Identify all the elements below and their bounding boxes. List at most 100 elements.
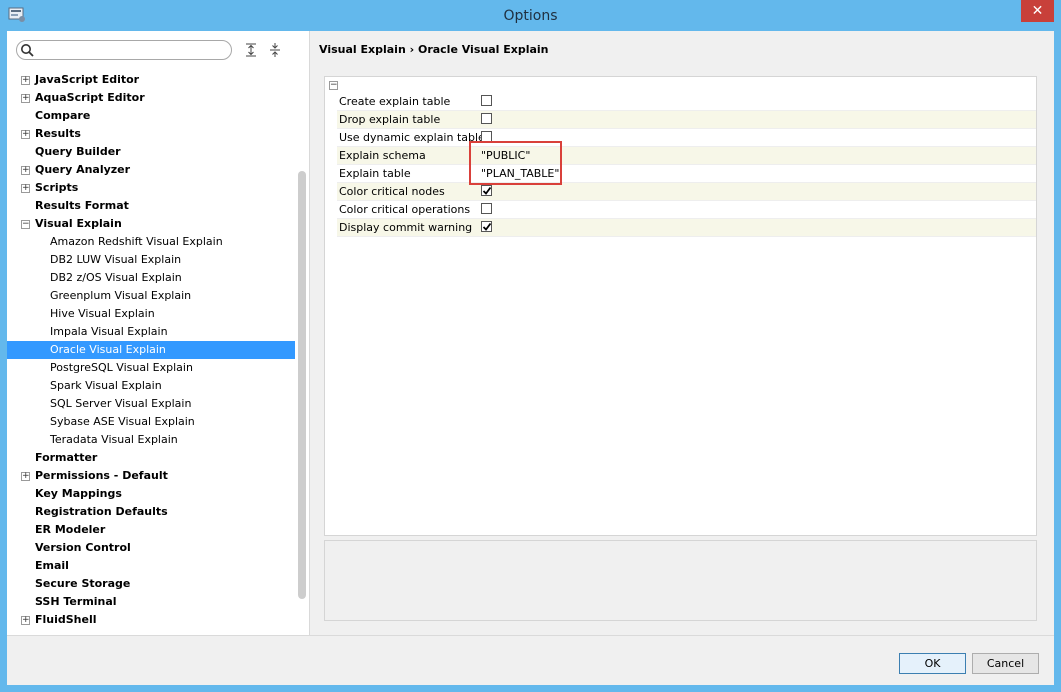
tree-item[interactable]: + Results [7,125,295,143]
tree-item-label: Formatter [35,451,98,464]
tree-item[interactable]: Compare [7,107,295,125]
tree-item[interactable]: Results Format [7,197,295,215]
annotation-highlight-box [469,141,562,185]
expand-icon[interactable]: + [21,76,30,85]
property-row[interactable]: Use dynamic explain table [337,129,1036,147]
tree-item[interactable]: Version Control [7,539,295,557]
expand-icon[interactable]: + [21,130,30,139]
property-row[interactable]: Display commit warning [337,219,1036,237]
collapse-all-icon[interactable] [267,42,283,58]
tree-item-label: Permissions - Default [35,469,168,482]
tree-item-label: SSH Terminal [35,595,117,608]
property-checkbox[interactable] [481,185,492,196]
property-name: Use dynamic explain table [339,131,485,144]
tree-item-label: PostgreSQL Visual Explain [50,361,193,374]
close-button[interactable]: ✕ [1021,0,1054,22]
tree-item-label: DB2 z/OS Visual Explain [50,271,182,284]
tree-item[interactable]: Impala Visual Explain [7,323,295,341]
tree-item[interactable]: + JavaScript Editor [7,71,295,89]
property-row[interactable]: Explain table "PLAN_TABLE" [337,165,1036,183]
tree-item-label: Spark Visual Explain [50,379,162,392]
tree-item[interactable]: SQL Server Visual Explain [7,395,295,413]
options-tree: + JavaScript Editor + AquaScript Editor Comp… [7,67,297,633]
tree-item-label: ER Modeler [35,523,106,536]
property-name: Create explain table [339,95,451,108]
search-box[interactable] [16,40,232,60]
tree-item[interactable]: + FluidShell [7,611,295,629]
property-name: Display commit warning [339,221,473,234]
property-checkbox[interactable] [481,203,492,214]
tree-item[interactable]: + Scripts [7,179,295,197]
tree-item[interactable]: + AquaScript Editor [7,89,295,107]
tree-item-label: AquaScript Editor [35,91,145,104]
tree-item-label: Secure Storage [35,577,131,590]
breadcrumb: Visual Explain › Oracle Visual Explain [319,43,549,56]
property-checkbox[interactable] [481,113,492,124]
window-title: Options [503,7,558,24]
property-grid: − Create explain table Drop explain table… [324,76,1037,536]
tree-item[interactable]: Secure Storage [7,575,295,593]
check-icon [482,186,492,195]
tree-item[interactable]: Formatter [7,449,295,467]
footer-divider [7,635,1054,636]
title-bar[interactable]: Options ✕ [0,0,1061,31]
tree-item[interactable]: Spark Visual Explain [7,377,295,395]
scrollbar-thumb[interactable] [298,171,306,599]
tree-item[interactable]: + Query Analyzer [7,161,295,179]
property-row[interactable]: Color critical operations [337,201,1036,219]
property-name: Color critical operations [339,203,471,216]
property-row[interactable]: Drop explain table [337,111,1036,129]
property-row[interactable]: Color critical nodes [337,183,1036,201]
tree-item[interactable]: Teradata Visual Explain [7,431,295,449]
property-checkbox[interactable] [481,221,492,232]
expand-icon[interactable]: + [21,94,30,103]
cancel-button[interactable]: Cancel [972,653,1039,674]
tree-item-label: Amazon Redshift Visual Explain [50,235,223,248]
property-checkbox[interactable] [481,95,492,106]
tree-item-label: Greenplum Visual Explain [50,289,192,302]
tree-item-label: Query Analyzer [35,163,131,176]
tree-item-label: Impala Visual Explain [50,325,168,338]
tree-item[interactable]: PostgreSQL Visual Explain [7,359,295,377]
tree-item[interactable]: DB2 z/OS Visual Explain [7,269,295,287]
tree-item-label: Sybase ASE Visual Explain [50,415,195,428]
tree-scrollbar[interactable] [298,67,306,633]
expand-all-icon[interactable] [243,42,259,58]
tree-item[interactable]: Sybase ASE Visual Explain [7,413,295,431]
tree-item[interactable]: DB2 LUW Visual Explain [7,251,295,269]
tree-item-label: Query Builder [35,145,121,158]
collapse-category-icon[interactable]: − [329,81,338,90]
expand-icon[interactable]: + [21,472,30,481]
check-icon [482,222,492,231]
search-input[interactable] [37,42,231,60]
property-row[interactable]: Create explain table [337,93,1036,111]
tree-item[interactable]: + Permissions - Default [7,467,295,485]
expand-icon[interactable]: + [21,166,30,175]
expand-icon[interactable]: + [21,616,30,625]
tree-item[interactable]: Oracle Visual Explain [7,341,295,359]
tree-item-label: Teradata Visual Explain [50,433,178,446]
tree-item[interactable]: Hive Visual Explain [7,305,295,323]
collapse-icon[interactable]: − [21,220,30,229]
property-name: Explain table [339,167,411,180]
app-icon [8,7,25,22]
dialog-client: + JavaScript Editor + AquaScript Editor Comp… [7,31,1054,685]
property-name: Color critical nodes [339,185,445,198]
tree-item[interactable]: − Visual Explain [7,215,295,233]
tree-item[interactable]: ER Modeler [7,521,295,539]
tree-item-label: SQL Server Visual Explain [50,397,192,410]
property-row[interactable]: Explain schema "PUBLIC" [337,147,1036,165]
tree-item[interactable]: Greenplum Visual Explain [7,287,295,305]
tree-item-label: DB2 LUW Visual Explain [50,253,182,266]
ok-button[interactable]: OK [899,653,966,674]
tree-item-label: Scripts [35,181,79,194]
tree-item-label: Version Control [35,541,131,554]
tree-item[interactable]: Registration Defaults [7,503,295,521]
tree-item[interactable]: Key Mappings [7,485,295,503]
tree-item[interactable]: Amazon Redshift Visual Explain [7,233,295,251]
expand-icon[interactable]: + [21,184,30,193]
tree-item-label: Oracle Visual Explain [50,343,166,356]
tree-item[interactable]: Email [7,557,295,575]
tree-item[interactable]: SSH Terminal [7,593,295,611]
tree-item[interactable]: Query Builder [7,143,295,161]
